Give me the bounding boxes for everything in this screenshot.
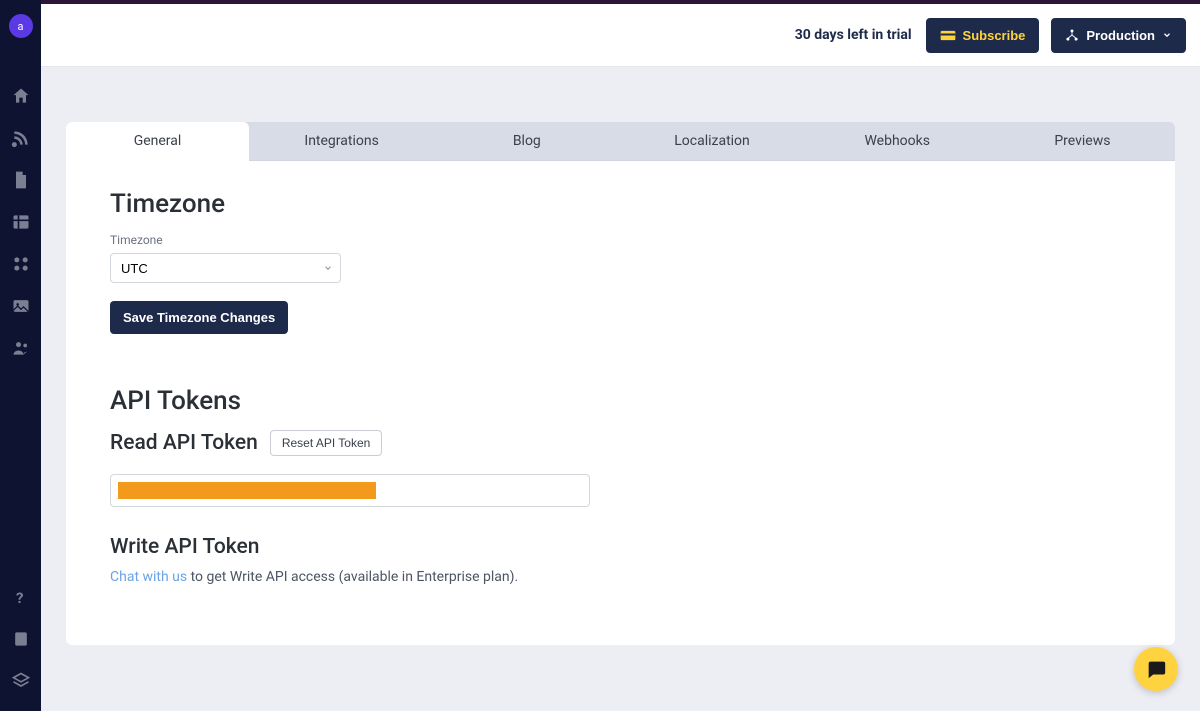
write-api-token-title: Write API Token: [110, 535, 1131, 559]
trial-days-text: 30 days left in trial: [795, 27, 912, 43]
reset-api-token-button[interactable]: Reset API Token: [270, 430, 383, 456]
settings-card: General Integrations Blog Localization W…: [66, 122, 1175, 645]
users-icon[interactable]: [11, 338, 31, 358]
tab-integrations-label: Integrations: [304, 133, 378, 149]
timezone-field-label: Timezone: [110, 233, 1131, 247]
tab-blog[interactable]: Blog: [434, 122, 619, 161]
modules-icon[interactable]: [11, 254, 31, 274]
tab-previews-label: Previews: [1054, 133, 1110, 149]
panel-general: Timezone Timezone UTC Save Timezone Chan…: [66, 161, 1175, 645]
chat-launcher[interactable]: [1134, 647, 1178, 691]
tab-webhooks-label: Webhooks: [864, 133, 930, 149]
chevron-down-icon: [1162, 30, 1172, 40]
tab-general[interactable]: General: [66, 122, 249, 161]
save-timezone-button[interactable]: Save Timezone Changes: [110, 301, 288, 334]
token-masked-value: [118, 482, 376, 499]
tab-localization-label: Localization: [674, 133, 750, 149]
sidebar-nav: [11, 86, 31, 358]
timezone-select[interactable]: UTC: [110, 253, 341, 283]
credit-card-icon: [940, 30, 956, 41]
chat-icon: [1145, 658, 1167, 680]
save-timezone-label: Save Timezone Changes: [123, 310, 275, 325]
feed-icon[interactable]: [11, 128, 31, 148]
subscribe-button[interactable]: Subscribe: [926, 18, 1040, 53]
content: General Integrations Blog Localization W…: [41, 67, 1200, 685]
svg-text:?: ?: [16, 589, 23, 607]
timezone-select-wrap: UTC: [110, 253, 341, 283]
write-api-description: Chat with us to get Write API access (av…: [110, 569, 1131, 585]
image-icon[interactable]: [11, 296, 31, 316]
tab-blog-label: Blog: [513, 133, 541, 149]
book-icon[interactable]: [11, 629, 31, 649]
grid-icon[interactable]: [11, 212, 31, 232]
read-api-token-title: Read API Token: [110, 431, 258, 455]
help-icon[interactable]: ?: [11, 587, 31, 607]
write-api-rest: to get Write API access (available in En…: [187, 569, 518, 585]
chat-with-us-link[interactable]: Chat with us: [110, 569, 187, 585]
tabs: General Integrations Blog Localization W…: [66, 122, 1175, 161]
reset-api-token-label: Reset API Token: [282, 436, 371, 450]
sidebar-bottom: ?: [11, 587, 31, 711]
main: 30 days left in trial Subscribe Producti…: [41, 0, 1200, 711]
environment-dropdown[interactable]: Production: [1051, 18, 1186, 53]
environment-label: Production: [1086, 28, 1155, 43]
sidebar: a ?: [0, 0, 41, 711]
tab-previews[interactable]: Previews: [990, 122, 1175, 161]
subscribe-label: Subscribe: [963, 28, 1026, 43]
layers-icon[interactable]: [11, 671, 31, 691]
tab-webhooks[interactable]: Webhooks: [805, 122, 990, 161]
read-api-token-field[interactable]: [110, 474, 590, 507]
network-icon: [1065, 28, 1079, 42]
tab-localization[interactable]: Localization: [619, 122, 804, 161]
topbar: 30 days left in trial Subscribe Producti…: [41, 4, 1200, 67]
avatar-letter: a: [18, 20, 24, 33]
timezone-title: Timezone: [110, 189, 1131, 219]
tab-integrations[interactable]: Integrations: [249, 122, 434, 161]
api-tokens-title: API Tokens: [110, 386, 1131, 416]
avatar[interactable]: a: [9, 14, 33, 38]
home-icon[interactable]: [11, 86, 31, 106]
tab-general-label: General: [134, 133, 182, 149]
document-icon[interactable]: [11, 170, 31, 190]
read-token-header: Read API Token Reset API Token: [110, 430, 1131, 456]
